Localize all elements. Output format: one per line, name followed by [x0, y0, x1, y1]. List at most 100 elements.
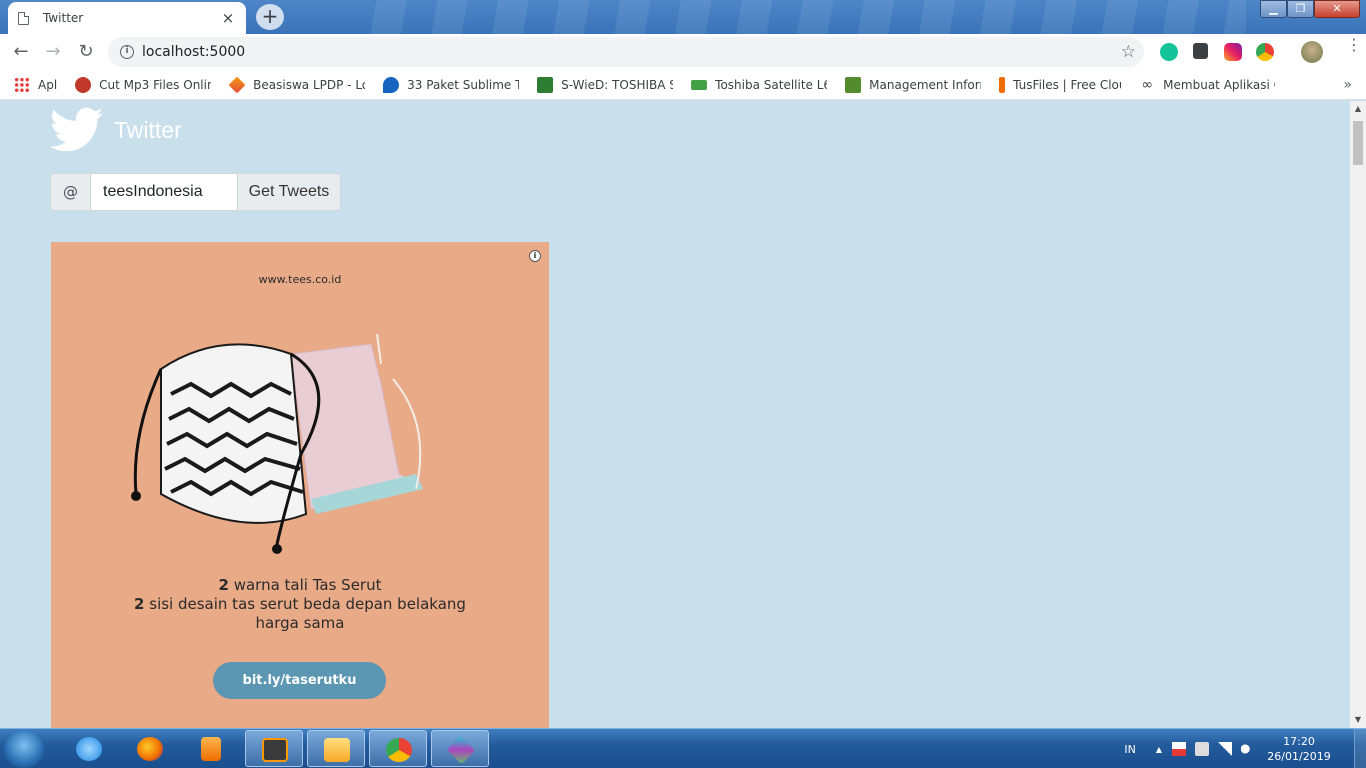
toshiba-icon	[691, 79, 708, 90]
network-signal-icon[interactable]	[1218, 742, 1232, 756]
new-tab-button[interactable]: +	[256, 4, 284, 30]
minimize-button[interactable]: ▁	[1260, 0, 1287, 18]
scroll-thumb[interactable]	[1353, 121, 1363, 165]
maximize-button[interactable]: ❐	[1287, 0, 1314, 18]
media-player-icon	[201, 737, 221, 761]
back-button[interactable]: ←	[9, 40, 33, 64]
twitter-bird-icon	[50, 107, 104, 152]
action-center-flag-icon[interactable]	[1172, 742, 1186, 756]
taskbar-file-explorer[interactable]	[307, 730, 365, 767]
taskbar-firefox[interactable]	[121, 730, 179, 767]
close-window-button[interactable]: ✕	[1314, 0, 1360, 18]
ad-info-icon[interactable]: i	[529, 250, 541, 262]
bookmark-sublime-paket[interactable]: 33 Paket Sublime Tex	[383, 76, 519, 93]
advertisement-banner[interactable]: i www.tees.co.id 2 warna tali Tas Serut …	[51, 242, 549, 728]
instagram-icon[interactable]	[1224, 43, 1242, 61]
get-tweets-button[interactable]: Get Tweets	[237, 174, 340, 210]
ad-copy: 2 warna tali Tas Serut 2 sisi desain tas…	[51, 576, 549, 633]
lpdp-icon	[228, 76, 246, 93]
swied-icon	[537, 76, 554, 93]
brand-name: Twitter	[114, 116, 182, 143]
scroll-down-arrow[interactable]: ▼	[1350, 712, 1366, 728]
system-tray: IN ▲ 17:20 26/01/2019	[1124, 729, 1354, 768]
bookmark-label: Membuat Aplikasi Ch	[1163, 77, 1275, 92]
bookmark-star-icon[interactable]: ☆	[1121, 42, 1136, 62]
bookmark-management[interactable]: Management Informa	[845, 76, 981, 93]
ad-cta-button[interactable]: bit.ly/taserutku	[213, 662, 386, 699]
show-hidden-icons-icon[interactable]: ▲	[1156, 745, 1162, 754]
ad-line-1: 2 warna tali Tas Serut	[51, 576, 549, 595]
show-desktop-button[interactable]	[1354, 729, 1366, 768]
titlebar-decoration	[346, 0, 1246, 34]
ad-line-3: harga sama	[255, 614, 345, 632]
chrome-ext-icon[interactable]	[1256, 43, 1274, 61]
profile-avatar[interactable]	[1301, 41, 1323, 63]
ad-line-2-text: sisi desain tas serut beda depan belakan…	[144, 595, 466, 613]
taskbar-gitkraken[interactable]	[431, 730, 489, 767]
bookmarks-overflow-button[interactable]: »	[1343, 77, 1352, 93]
tab-title: Twitter	[43, 11, 84, 25]
grammarly-icon[interactable]	[1160, 43, 1178, 61]
bookmark-label: Beasiswa LPDP - Logi	[253, 77, 365, 92]
taskbar-media-player[interactable]	[182, 730, 240, 767]
usb-device-icon[interactable]	[1195, 742, 1209, 756]
bookmark-label: S-WieD: TOSHIBA Sa	[561, 77, 674, 92]
internet-explorer-icon	[76, 737, 102, 761]
sublime-text-icon	[262, 738, 288, 762]
brand: Twitter	[50, 107, 182, 153]
bookmark-label: TusFiles | Free Cloud	[1013, 77, 1121, 92]
url-text[interactable]: localhost:5000	[142, 44, 1121, 60]
ad-line-1-text: warna tali Tas Serut	[228, 576, 382, 594]
clock[interactable]: 17:20 26/01/2019	[1264, 734, 1334, 764]
clock-time: 17:20	[1283, 735, 1315, 748]
bookmark-toshiba[interactable]: Toshiba Satellite L645	[691, 78, 827, 92]
language-indicator[interactable]: IN	[1124, 743, 1135, 756]
apps-grid-icon	[14, 76, 30, 93]
gitkraken-icon	[446, 735, 476, 765]
bookmark-label: 33 Paket Sublime Tex	[407, 77, 519, 92]
chrome-icon	[386, 738, 412, 762]
site-info-icon[interactable]: i	[120, 45, 134, 59]
ad-site-url: www.tees.co.id	[258, 273, 342, 286]
windows-taskbar: IN ▲ 17:20 26/01/2019	[0, 728, 1366, 768]
ad-line-2-number: 2	[134, 595, 145, 613]
bookmarks-bar: Apl Cut Mp3 Files Online Beasiswa LPDP -…	[0, 70, 1366, 100]
start-button[interactable]	[4, 730, 44, 768]
clock-date: 26/01/2019	[1267, 750, 1331, 763]
reload-button[interactable]: ↻	[74, 40, 98, 64]
window-controls: ▁ ❐ ✕	[1260, 0, 1360, 18]
file-explorer-icon	[324, 738, 350, 762]
firefox-icon	[137, 737, 163, 761]
browser-tab[interactable]: Twitter ×	[8, 2, 246, 34]
address-bar[interactable]: i localhost:5000 ☆	[108, 37, 1144, 67]
twitter-handle-search: @ Get Tweets	[50, 173, 341, 211]
bookmark-label: Apl	[38, 77, 58, 92]
taskbar-sublime-text[interactable]	[245, 730, 303, 767]
tusfiles-icon	[999, 76, 1006, 93]
page-scrollbar[interactable]: ▲ ▼	[1350, 101, 1366, 728]
at-sign-addon: @	[51, 174, 91, 210]
forward-button[interactable]: →	[41, 40, 65, 64]
bookmark-membuat-aplikasi[interactable]: ∞ Membuat Aplikasi Ch	[1139, 77, 1275, 93]
taskbar-chrome[interactable]	[369, 730, 427, 767]
bookmark-apps[interactable]: Apl	[14, 76, 58, 93]
bookmark-cut-mp3[interactable]: Cut Mp3 Files Online	[75, 76, 212, 93]
page-viewport: Twitter @ Get Tweets i www.tees.co.id	[0, 101, 1350, 728]
bookmark-swied[interactable]: S-WieD: TOSHIBA Sa	[537, 76, 674, 93]
scroll-up-arrow[interactable]: ▲	[1350, 101, 1366, 117]
taskbar-internet-explorer[interactable]	[60, 730, 118, 767]
sublime-drop-icon	[383, 76, 400, 93]
username-input[interactable]	[91, 174, 237, 210]
tab-close-button[interactable]: ×	[220, 9, 236, 27]
bookmark-label: Management Informa	[869, 77, 981, 92]
window-titlebar: Twitter × + ▁ ❐ ✕	[0, 0, 1366, 34]
volume-icon[interactable]	[1241, 742, 1255, 756]
bookmark-beasiswa-lpdp[interactable]: Beasiswa LPDP - Logi	[228, 76, 365, 93]
drawstring-bags-image	[131, 333, 423, 554]
chrome-menu-icon[interactable]: ⋮	[1346, 37, 1362, 53]
keep-icon[interactable]	[1193, 43, 1208, 59]
document-icon	[18, 11, 29, 25]
infinity-icon: ∞	[1141, 76, 1153, 93]
bookmark-label: Cut Mp3 Files Online	[99, 77, 212, 92]
bookmark-tusfiles[interactable]: TusFiles | Free Cloud	[999, 76, 1121, 93]
